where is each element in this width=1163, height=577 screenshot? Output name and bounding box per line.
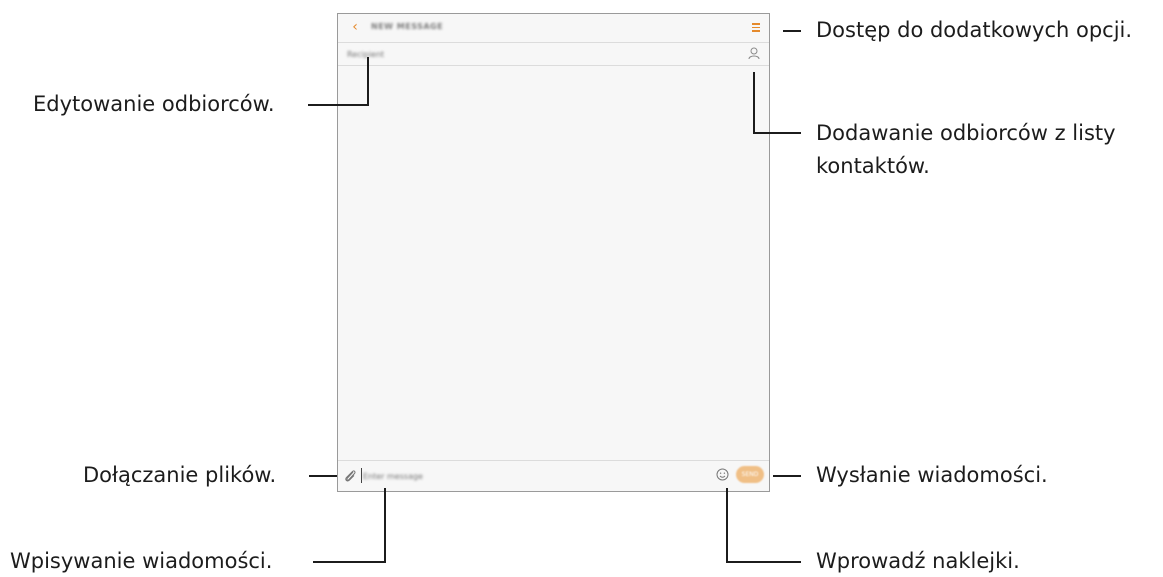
attach-files-callout: Dołączanie plików. xyxy=(83,463,277,487)
add-contacts-callout-line2: kontaktów. xyxy=(816,154,930,178)
add-contacts-callout-line1: Dodawanie odbiorców z listy xyxy=(816,121,1116,145)
stickers-callout: Wprowadź naklejki. xyxy=(816,549,1020,573)
more-options-callout: Dostęp do dodatkowych opcji. xyxy=(816,18,1133,42)
edit-recipients-callout: Edytowanie odbiorców. xyxy=(33,92,275,116)
callout-lines xyxy=(308,30,801,563)
send-message-callout: Wysłanie wiadomości. xyxy=(816,463,1048,487)
enter-message-callout: Wpisywanie wiadomości. xyxy=(10,549,273,573)
